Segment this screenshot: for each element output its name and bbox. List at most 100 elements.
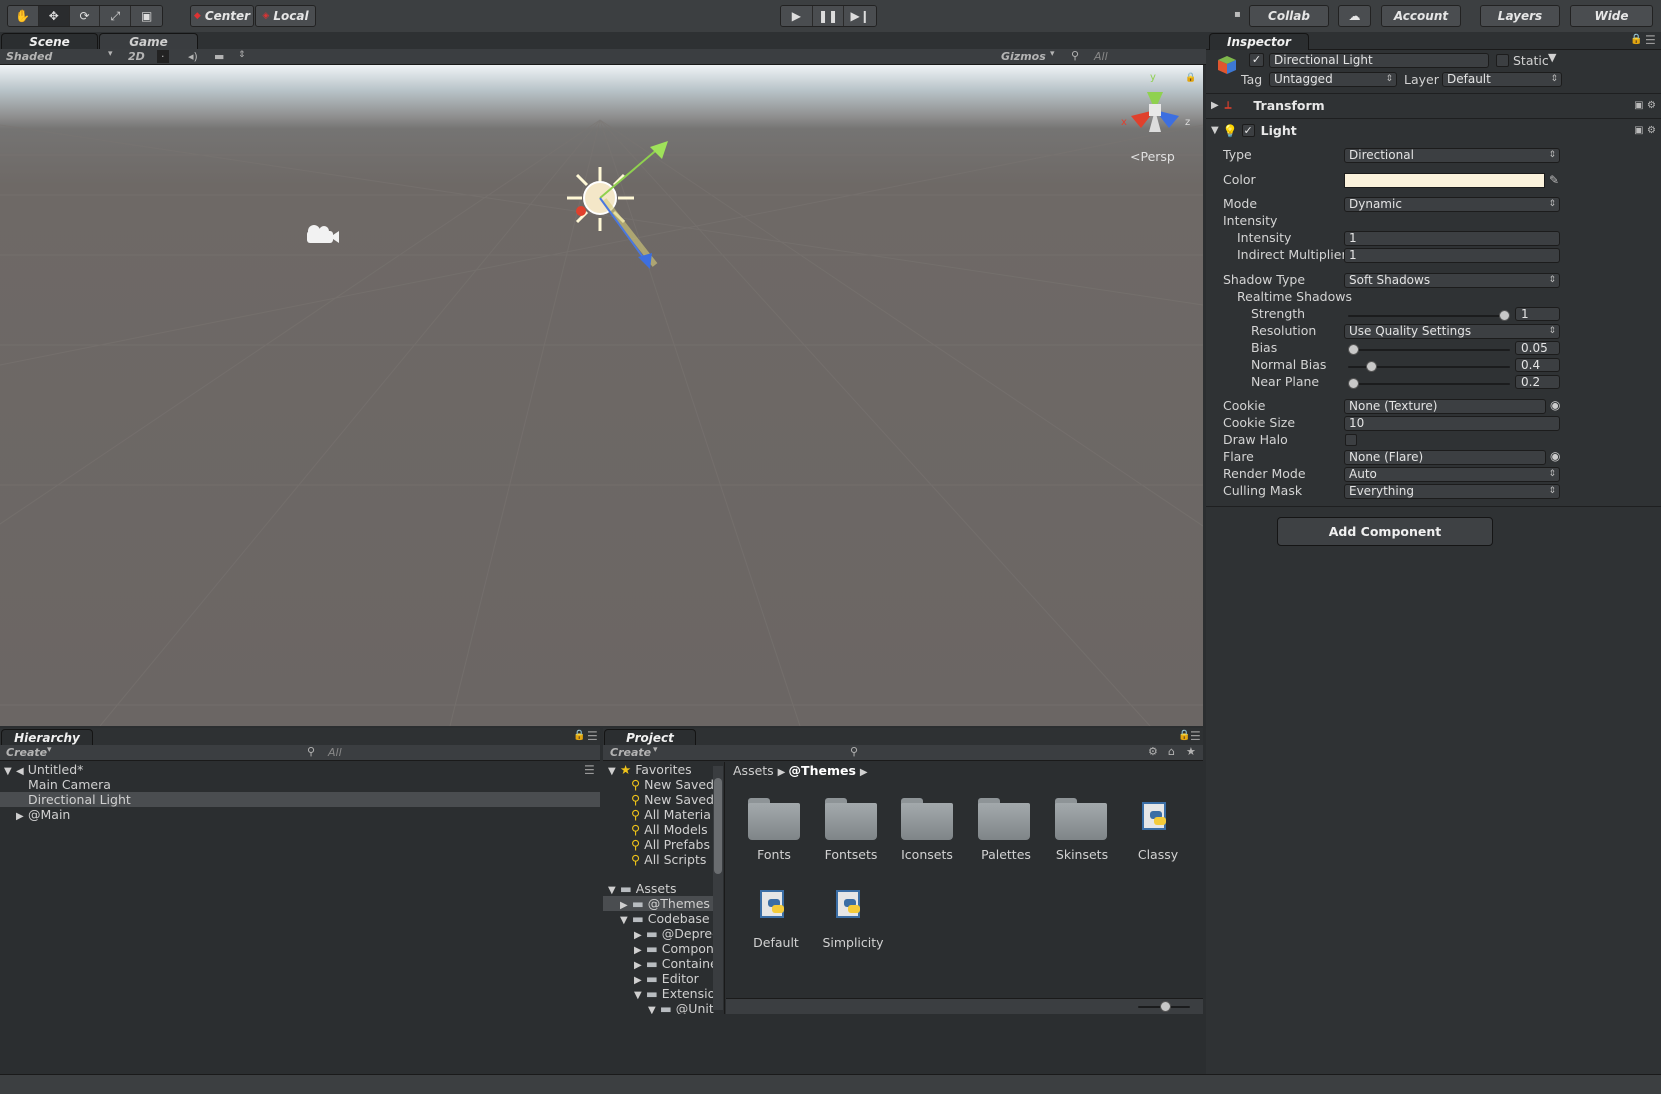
shading-mode-dropdown[interactable]: Shaded [6,50,52,63]
tree-item[interactable]: ▼ ▬ Extensio [634,986,715,1001]
tag-dropdown[interactable]: Untagged [1269,72,1397,87]
tree-item[interactable]: ▶ ▬ @Deprec [634,926,719,941]
pivot-center-button[interactable]: ◆ Center [190,5,254,27]
hierarchy-search-input[interactable]: All [328,746,342,759]
scene-viewport[interactable]: y x z 🔒 <Persp [0,65,1203,726]
hierarchy-menu-icon[interactable]: ☰ [587,729,598,743]
scale-tool-button[interactable]: ⤢ [100,6,132,26]
tree-item[interactable]: ▶ ▬ Containe [634,956,718,971]
directional-light-gizmo-icon[interactable] [567,141,668,269]
project-lock-icon[interactable]: 🔒 [1178,730,1190,741]
object-name-input[interactable]: Directional Light [1269,53,1489,68]
bias-slider-knob[interactable] [1348,344,1359,355]
python-script-icon[interactable] [1142,802,1172,832]
help-settings-icon[interactable]: ▣ ⚙ [1634,125,1656,136]
indirect-multiplier-input[interactable]: 1 [1344,248,1560,263]
strength-slider[interactable] [1348,315,1510,317]
hand-tool-button[interactable]: ✋ [8,6,39,26]
layer-dropdown[interactable]: Default [1442,72,1562,87]
rect-tool-button[interactable]: ▣ [131,6,162,26]
favorite-item[interactable]: ⚲ All Models [631,822,708,837]
tree-scrollbar[interactable] [713,766,723,1010]
tree-item[interactable]: ▼ ▬ @Unit [648,1001,714,1014]
project-menu-icon[interactable]: ☰ [1190,729,1201,743]
transform-component-header[interactable]: ▶ ⟂ Transform ▣ ⚙ [1206,93,1661,117]
inspector-lock-icon[interactable]: 🔒 [1630,34,1642,45]
folder-icon[interactable] [825,798,877,840]
resolution-dropdown[interactable]: Use Quality Settings [1344,324,1560,339]
tab-hierarchy[interactable]: Hierarchy [1,729,93,746]
tree-item[interactable]: ▶ ▬ Compon [634,941,714,956]
hierarchy-item-directional-light[interactable]: Directional Light [0,792,600,807]
asset-label-simplicity[interactable]: Simplicity [808,935,898,950]
audio-toggle-icon[interactable]: ◂) [188,50,198,63]
breadcrumb-themes[interactable]: @Themes [789,763,856,778]
intensity-input[interactable]: 1 [1344,231,1560,246]
folder-icon[interactable] [748,798,800,840]
object-picker-icon[interactable]: ◉ [1550,398,1560,412]
shadow-type-dropdown[interactable]: Soft Shadows [1344,273,1560,288]
eyedropper-icon[interactable]: ✎ [1549,173,1559,187]
assets-root-row[interactable]: ▼ ▬ Assets [608,881,676,896]
mode-dropdown[interactable]: Dynamic [1344,197,1560,212]
inspector-menu-icon[interactable]: ☰ [1645,33,1656,47]
filter-label-icon[interactable]: ⌂ [1168,745,1175,758]
filter-type-icon[interactable]: ⚙ [1148,745,1158,758]
strength-input[interactable]: 1 [1515,307,1560,321]
cookie-size-input[interactable]: 10 [1344,416,1560,431]
favorite-item[interactable]: ⚲ All Prefabs [631,837,710,852]
play-button[interactable]: ▶ [781,6,813,26]
tab-game[interactable]: Game [99,33,198,50]
favorite-item[interactable]: ⚲ All Scripts [631,852,706,867]
project-search-icon[interactable]: ⚲ [850,745,858,758]
camera-gizmo-icon[interactable] [307,225,339,243]
tree-item[interactable]: ▶ ▬ Editor [634,971,699,986]
active-checkbox[interactable]: ✓ [1249,53,1264,67]
tree-scrollbar-thumb[interactable] [714,778,722,874]
favorite-star-icon[interactable]: ★ [1186,745,1196,758]
step-button[interactable]: ▶❙ [844,6,876,26]
scene-search-input[interactable]: All [1094,50,1108,63]
normal-bias-slider-knob[interactable] [1366,361,1378,372]
collab-button[interactable]: Collab [1249,5,1329,27]
object-picker-icon[interactable]: ◉ [1550,449,1560,463]
gizmos-dropdown[interactable]: Gizmos [1001,50,1046,63]
normal-bias-input[interactable]: 0.4 [1515,358,1560,372]
folder-icon[interactable] [1055,798,1107,840]
lighting-toggle-icon[interactable]: · [157,50,169,63]
mode-2d-toggle[interactable]: 2D [128,50,145,63]
projection-toggle[interactable]: <Persp [1130,149,1175,164]
pivot-local-button[interactable]: ◈ Local [255,5,316,27]
bias-slider[interactable] [1348,349,1510,351]
cloud-button[interactable]: ☁ [1338,5,1371,27]
layout-button[interactable]: Wide [1570,5,1653,27]
layers-button[interactable]: Layers [1480,5,1560,27]
flare-object-field[interactable]: None (Flare) [1344,450,1546,465]
favorite-item[interactable]: ⚲ All Materia [631,807,711,822]
favorites-row[interactable]: ▼ ★ Favorites [608,762,692,777]
culling-mask-dropdown[interactable]: Everything [1344,484,1560,499]
draw-halo-checkbox[interactable] [1345,434,1357,446]
render-mode-dropdown[interactable]: Auto [1344,467,1560,482]
move-tool-button[interactable]: ✥ [38,6,70,26]
bias-input[interactable]: 0.05 [1515,341,1560,355]
help-settings-icon[interactable]: ▣ ⚙ [1634,100,1656,111]
folder-icon[interactable] [901,798,953,840]
account-button[interactable]: Account [1381,5,1461,27]
pause-button[interactable]: ❚❚ [812,6,845,26]
hierarchy-item-main-camera[interactable]: Main Camera [28,777,111,792]
breadcrumb-assets[interactable]: Assets [733,763,774,778]
tree-item-themes[interactable]: ▶ ▬ @Themes [603,896,715,911]
static-checkbox[interactable] [1496,54,1509,67]
effects-toggle-icon[interactable]: ▬ [214,50,224,63]
python-script-icon[interactable] [836,890,866,920]
scene-row[interactable]: ▼ ◀ Untitled* [4,762,83,777]
favorite-item[interactable]: ⚲ New Saved [631,777,714,792]
project-create-dropdown[interactable]: Create [610,746,651,759]
asset-label-classy[interactable]: Classy [1113,847,1203,862]
near-plane-slider[interactable] [1348,383,1510,385]
lock-icon[interactable]: 🔒 [573,730,585,741]
light-enabled-checkbox[interactable]: ✓ [1241,124,1255,137]
light-component-header[interactable]: ▼ 💡 ✓ Light ▣ ⚙ [1206,118,1661,142]
asset-label-iconsets[interactable]: Iconsets [882,847,972,862]
